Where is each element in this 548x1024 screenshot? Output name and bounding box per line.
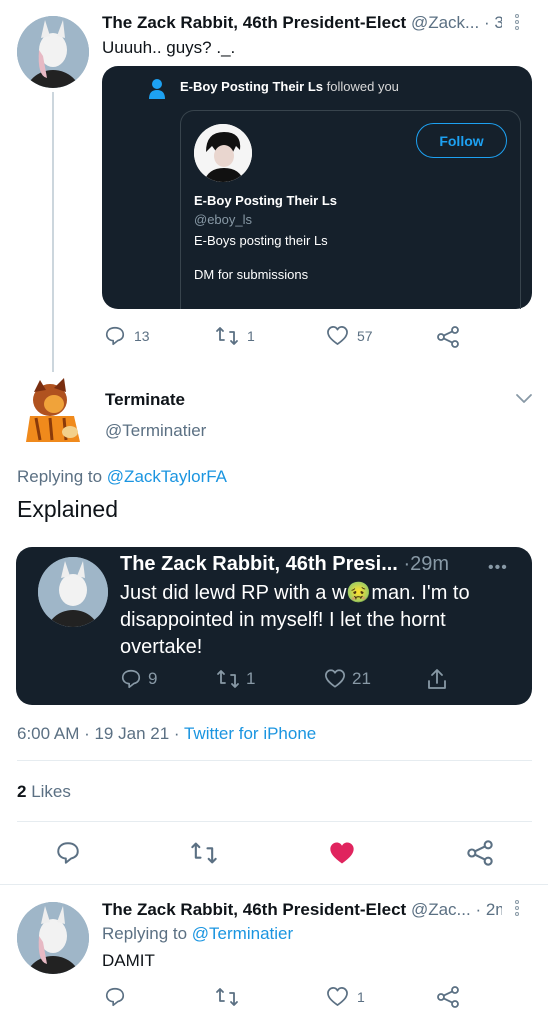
profile-bio-line2: DM for submissions [194, 267, 309, 282]
like-count: 1 [357, 988, 365, 1005]
tweet-text: Uuuuh.. guys? ._. [102, 38, 236, 57]
likes-count: 2 [17, 782, 27, 801]
quoted-display-name: The Zack Rabbit, 46th Presi... [120, 553, 398, 575]
quoted-avatar [38, 557, 108, 627]
share-button[interactable] [436, 325, 460, 349]
quoted-text-part1: Just did lewd RP with a w [120, 582, 347, 604]
more-options-icon[interactable] [515, 14, 519, 30]
follow-button[interactable]: Follow [416, 123, 507, 158]
divider [17, 760, 532, 761]
replying-prefix: Replying to [17, 467, 103, 486]
likes-label: Likes [31, 782, 71, 801]
handle[interactable]: @Terminatier [105, 421, 206, 441]
reply-button[interactable] [55, 840, 81, 866]
profile-name: E-Boy Posting Their Ls [194, 193, 338, 208]
quoted-like-stat: 21 [324, 668, 371, 689]
tweet-time: 6:00 AM · 19 Jan 21 · [17, 724, 180, 743]
thread-line [52, 92, 54, 372]
quoted-reply-stat: 9 [120, 668, 157, 690]
quoted-text: Just did lewd RP with a w🤢man. I'm to di… [120, 580, 520, 661]
reply-button[interactable] [104, 986, 126, 1008]
retweet-icon [215, 325, 239, 347]
retweet-button[interactable] [190, 840, 218, 866]
share-icon [436, 325, 460, 349]
quoted-retweet-stat: 1 [216, 668, 255, 690]
heart-icon [326, 325, 349, 346]
follow-label: Follow [439, 132, 484, 149]
quoted-like-count: 21 [352, 668, 371, 688]
profile-handle: @eboy_ls [194, 212, 253, 227]
retweet-button[interactable]: 1 [215, 325, 255, 347]
avatar[interactable] [20, 376, 86, 448]
separator: · [483, 13, 490, 32]
reply-button[interactable]: 13 [104, 325, 150, 347]
replying-to-link[interactable]: @ZackTaylorFA [107, 467, 227, 486]
notification-name: E-Boy Posting Their Ls [180, 79, 324, 94]
timestamp[interactable]: 2m [486, 900, 502, 919]
quoted-retweet-count: 1 [246, 669, 256, 688]
more-options-icon[interactable] [515, 900, 519, 916]
person-icon [148, 78, 166, 100]
avatar[interactable] [17, 16, 89, 88]
divider [17, 821, 532, 822]
retweet-button[interactable] [215, 986, 239, 1008]
reply-icon [120, 668, 142, 690]
tweet-source[interactable]: Twitter for iPhone [184, 724, 316, 743]
heart-icon [326, 986, 349, 1007]
handle[interactable]: @Zack... [411, 13, 479, 32]
embedded-image[interactable]: E-Boy Posting Their Ls followed you Foll… [102, 66, 532, 309]
like-count: 57 [357, 327, 373, 344]
handle[interactable]: @Zac... [411, 900, 471, 919]
display-name[interactable]: Terminate [105, 390, 185, 410]
replying-to-link[interactable]: @Terminatier [192, 924, 293, 943]
section-divider [0, 884, 548, 885]
heart-filled-icon[interactable] [328, 840, 356, 866]
heart-icon [324, 668, 346, 689]
chevron-down-icon[interactable] [514, 391, 534, 405]
like-button[interactable]: 57 [326, 325, 373, 346]
tweet-text: DAMIT [102, 951, 155, 970]
avatar[interactable] [17, 902, 89, 974]
quoted-reply-count: 9 [148, 669, 158, 688]
timestamp[interactable]: 3h [494, 13, 502, 32]
share-button[interactable] [466, 839, 494, 867]
display-name[interactable]: The Zack Rabbit, 46th President-Elect [102, 900, 406, 919]
profile-avatar [194, 124, 252, 182]
quoted-tweet-image[interactable]: The Zack Rabbit, 46th Presi... ·29m ••• … [16, 547, 532, 705]
reply-count: 13 [134, 328, 150, 344]
retweet-icon [216, 668, 240, 690]
nauseated-emoji: 🤢 [346, 582, 372, 604]
share-button[interactable] [436, 985, 460, 1009]
replying-prefix: Replying to [102, 924, 188, 943]
tweet-text: Explained [17, 496, 119, 522]
profile-bio-line1: E-Boys posting their Ls [194, 233, 328, 248]
separator: · [475, 900, 482, 919]
more-horizontal-icon: ••• [488, 559, 508, 576]
retweet-count: 1 [247, 328, 255, 344]
display-name[interactable]: The Zack Rabbit, 46th President-Elect [102, 13, 406, 32]
reply-icon [104, 325, 126, 347]
likes-stat[interactable]: 2 Likes [17, 782, 71, 802]
profile-card: Follow E-Boy Posting Their Ls @eboy_ls E… [180, 110, 521, 309]
like-button[interactable]: 1 [326, 986, 365, 1007]
notification-suffix: followed you [326, 79, 399, 94]
quoted-time: ·29m [403, 553, 450, 575]
upload-icon [426, 667, 448, 691]
